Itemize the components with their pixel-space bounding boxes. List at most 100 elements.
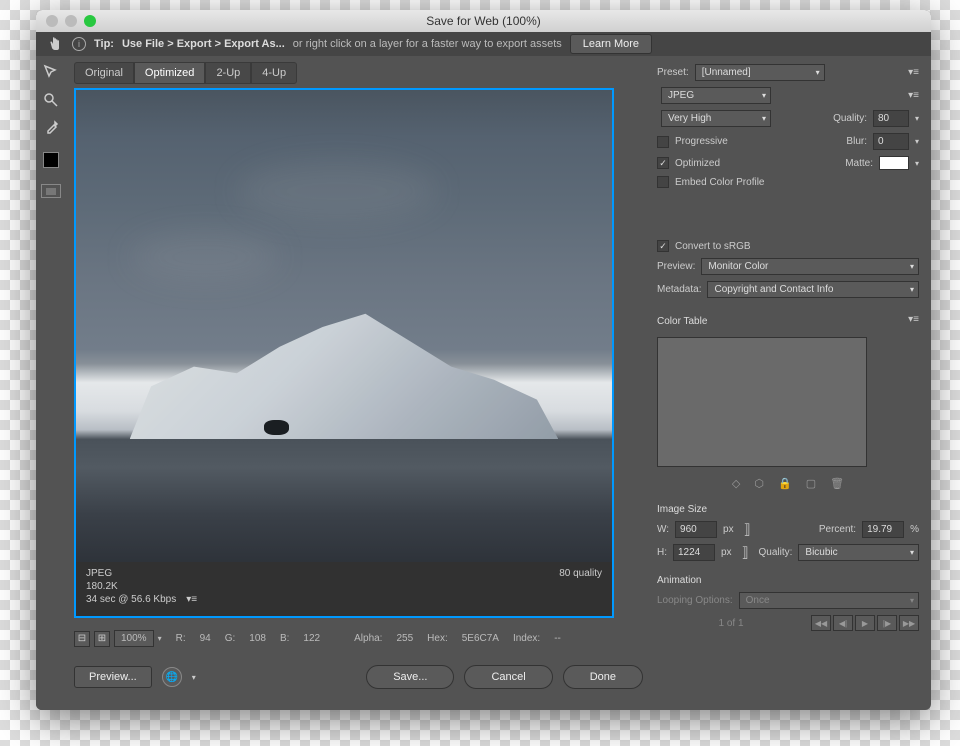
image-size-header: Image Size [657,504,919,515]
browser-preview-icon[interactable]: 🌐 [162,667,182,687]
height-input[interactable] [673,544,715,561]
metadata-label: Metadata: [657,284,701,295]
ct-lock-icon[interactable]: 🔒 [778,477,792,490]
link-dimensions-icon-2[interactable]: ⟧ [738,544,753,561]
preset-flyout-icon[interactable]: ▾≡ [908,67,919,78]
matte-chevron-icon[interactable]: ▾ [915,159,919,168]
percent-label: Percent: [819,524,856,535]
matte-swatch[interactable] [879,156,909,170]
resample-select[interactable]: Bicubic [798,544,919,561]
ct-new-icon[interactable]: ▢ [806,477,816,490]
zoom-out-button[interactable]: ⊟ [74,631,90,647]
width-label: W: [657,524,669,535]
blur-label: Blur: [846,136,867,147]
eyedropper-color-swatch[interactable] [43,152,59,168]
preview-format: JPEG [86,568,602,579]
view-tabs: Original Optimized 2-Up 4-Up [74,62,643,84]
resample-label: Quality: [759,547,793,558]
optimized-checkbox[interactable] [657,157,669,169]
progressive-label: Progressive [675,136,728,147]
status-bar: ⊟ ⊞ 100% ▾ R: 94 G: 108 B: 122 Alpha: 25… [74,630,643,647]
embed-profile-checkbox[interactable] [657,176,669,188]
ct-diamond-icon[interactable]: ◇ [732,477,740,490]
b-label: B: [280,633,289,644]
window-title: Save for Web (100%) [36,14,931,28]
hand-tool-icon[interactable] [44,34,64,54]
preview-info: JPEG 180.2K 34 sec @ 56.6 Kbps ▾≡ 80 qua… [76,562,612,616]
r-label: R: [176,633,186,644]
tab-2up[interactable]: 2-Up [205,62,251,84]
preview-download-time: 34 sec @ 56.6 Kbps [86,594,176,605]
convert-srgb-checkbox[interactable] [657,240,669,252]
titlebar: Save for Web (100%) [36,10,931,32]
save-for-web-dialog: Save for Web (100%) i Tip: Use File > Ex… [36,10,931,710]
frame-counter: 1 of 1 [718,618,743,629]
blur-input[interactable] [873,133,909,150]
width-px: px [723,524,734,535]
preview-image[interactable] [76,90,612,562]
index-label: Index: [513,633,540,644]
tip-text: or right click on a layer for a faster w… [293,38,562,50]
color-table-toolbar: ◇ ⬡ 🔒 ▢ 🗑 [657,477,919,490]
width-input[interactable] [675,521,717,538]
learn-more-button[interactable]: Learn More [570,34,652,54]
tip-path: Use File > Export > Export As... [122,38,285,50]
percent-symbol: % [910,524,919,535]
looping-label: Looping Options: [657,595,733,606]
cancel-button[interactable]: Cancel [464,665,552,689]
zoom-level[interactable]: 100% [114,630,154,647]
link-dimensions-icon[interactable]: ⟧ [740,521,755,538]
save-button[interactable]: Save... [366,665,454,689]
color-table-flyout-icon[interactable]: ▾≡ [908,314,919,325]
preview-quality: 80 quality [559,568,602,579]
embed-profile-label: Embed Color Profile [675,177,764,188]
preview-filesize: 180.2K [86,581,602,592]
quality-chevron-icon[interactable]: ▾ [915,114,919,123]
zoom-in-button[interactable]: ⊞ [94,631,110,647]
preview-color-select[interactable]: Monitor Color [701,258,919,275]
color-table [657,337,867,467]
preview-time-flyout-icon[interactable]: ▾≡ [186,594,197,605]
browser-chevron-icon[interactable]: ▾ [192,673,196,682]
eyedropper-tool[interactable] [41,118,61,138]
quality-preset-select[interactable]: Very High [661,110,771,127]
format-select[interactable]: JPEG [661,87,771,104]
percent-input[interactable] [862,521,904,538]
blur-chevron-icon[interactable]: ▾ [915,137,919,146]
hex-label: Hex: [427,633,448,644]
preview-button[interactable]: Preview... [74,666,152,688]
convert-srgb-label: Convert to sRGB [675,241,751,252]
zoom-tool[interactable] [41,90,61,110]
looping-select: Once [739,592,919,609]
last-frame-button: ▶▶ [899,615,919,631]
tool-strip [36,56,66,710]
ct-trash-icon[interactable]: 🗑 [830,477,844,490]
ct-cube-icon[interactable]: ⬡ [754,477,764,490]
height-label: H: [657,547,667,558]
done-button[interactable]: Done [563,665,643,689]
alpha-value: 255 [396,633,413,644]
preset-select[interactable]: [Unnamed] [695,64,825,81]
tab-4up[interactable]: 4-Up [251,62,297,84]
optimized-label: Optimized [675,158,720,169]
progressive-checkbox[interactable] [657,136,669,148]
preset-label: Preset: [657,67,689,78]
metadata-select[interactable]: Copyright and Contact Info [707,281,919,298]
toggle-slices-button[interactable] [41,184,61,198]
play-button: ▶ [855,615,875,631]
tip-label: Tip: [94,38,114,50]
index-value: -- [554,633,561,644]
r-value: 94 [200,633,211,644]
format-flyout-icon[interactable]: ▾≡ [908,90,919,101]
tab-original[interactable]: Original [74,62,134,84]
zoom-chevron-icon[interactable]: ▾ [158,634,162,643]
main-area: Original Optimized 2-Up 4-Up JPEG 180.2K… [66,56,651,710]
g-label: G: [225,633,236,644]
quality-input[interactable] [873,110,909,127]
slice-select-tool[interactable] [41,62,61,82]
animation-header: Animation [657,575,919,586]
height-px: px [721,547,732,558]
info-icon: i [72,37,86,51]
tab-optimized[interactable]: Optimized [134,62,206,84]
preview-color-label: Preview: [657,261,695,272]
